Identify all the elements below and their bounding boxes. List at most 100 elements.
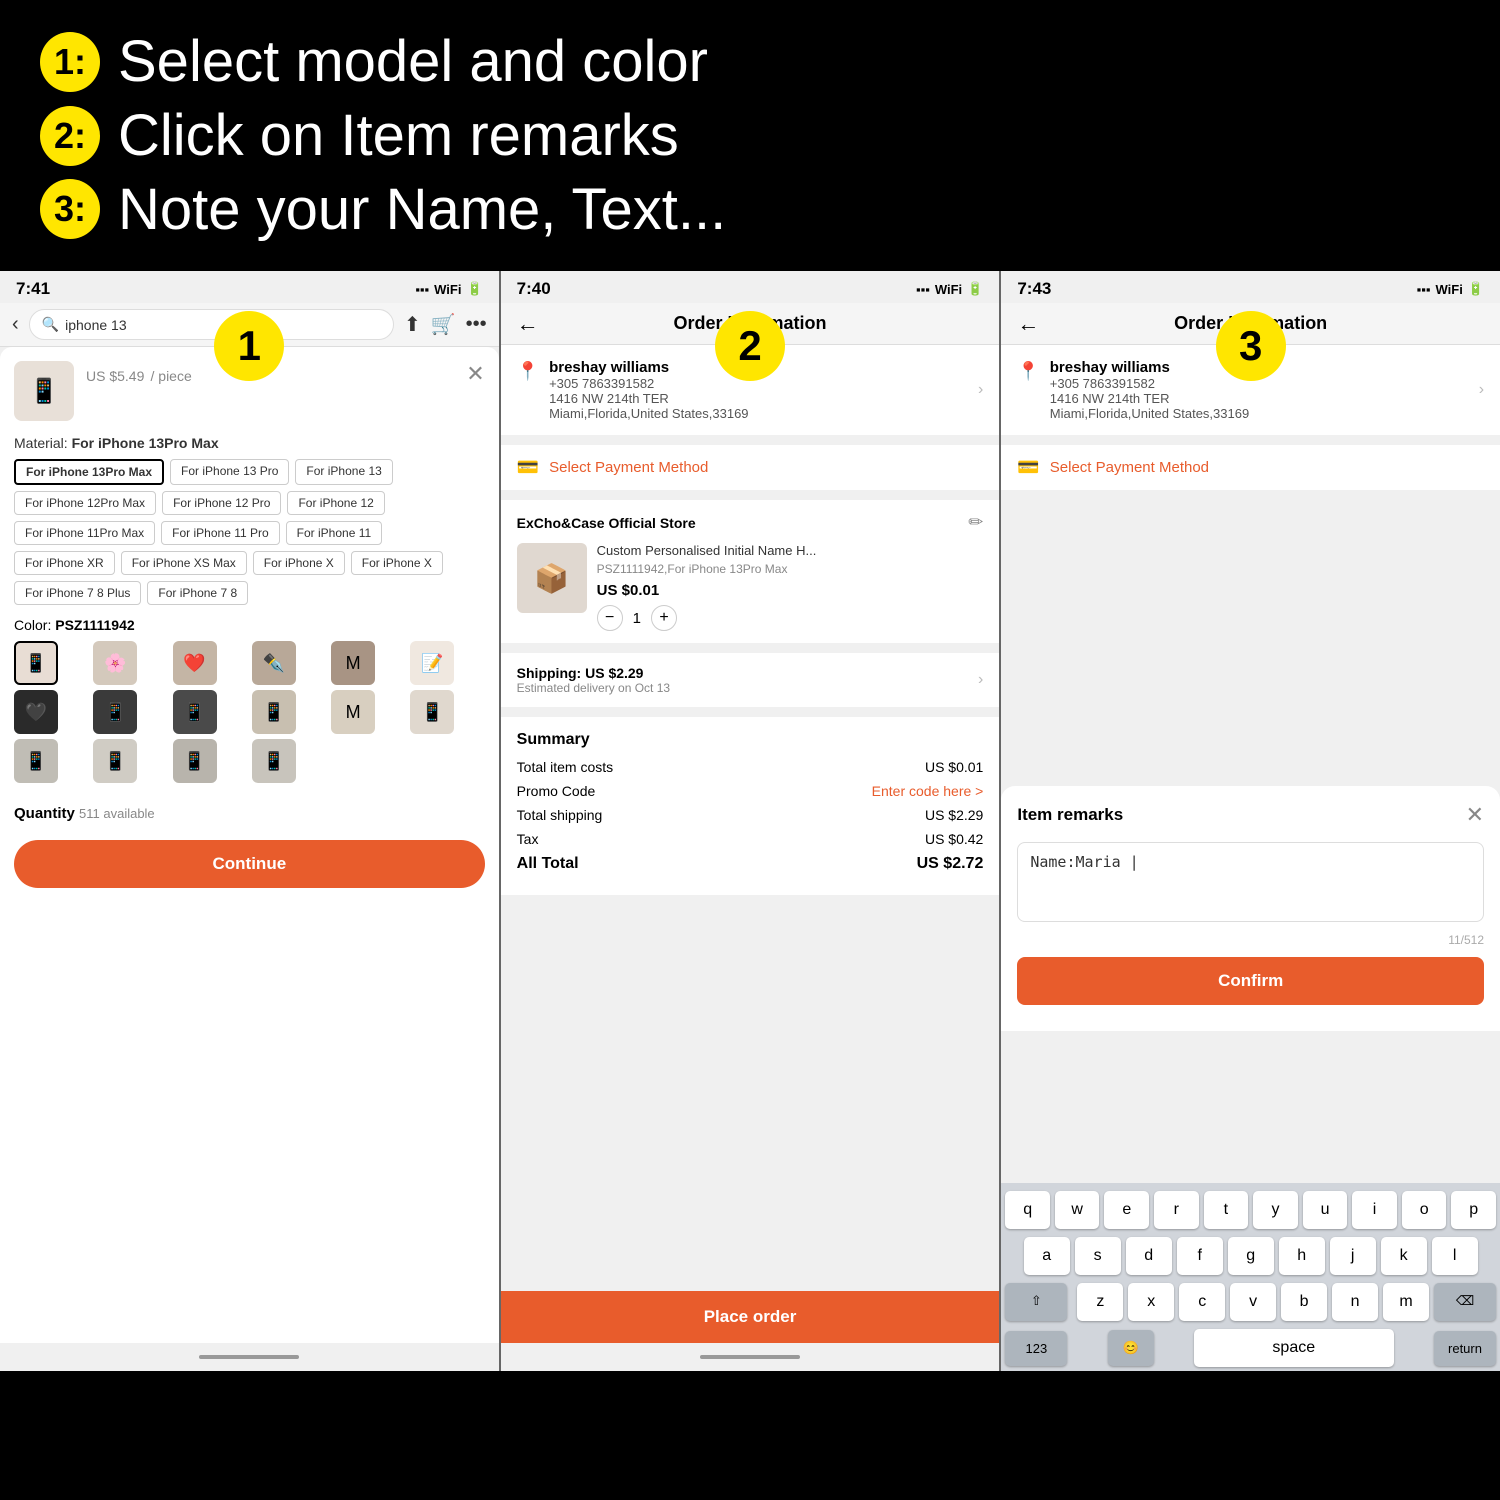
back-button-3[interactable]: ← [1017,311,1039,337]
return-key[interactable]: return [1434,1331,1496,1366]
color-swatch[interactable]: 📱 [93,690,137,734]
payment-section-3[interactable]: 💳 Select Payment Method [1001,445,1500,490]
space-key[interactable]: space [1194,1329,1394,1367]
shift-key[interactable]: ⇧ [1005,1283,1067,1321]
model-tag[interactable]: For iPhone 7 8 [147,581,248,605]
model-tag[interactable]: For iPhone 12Pro Max [14,491,156,515]
color-swatch[interactable]: 📝 [410,641,454,685]
model-tag[interactable]: For iPhone 13 [295,459,392,485]
home-bar-1 [199,1355,299,1359]
key-m[interactable]: m [1383,1283,1429,1321]
color-swatch[interactable]: 🌸 [93,641,137,685]
continue-button[interactable]: Continue [14,840,485,888]
color-swatch[interactable]: 📱 [93,739,137,783]
model-tag[interactable]: For iPhone X [253,551,345,575]
model-tag[interactable]: For iPhone X [351,551,443,575]
model-tag[interactable]: For iPhone 12 [287,491,384,515]
summary-promo[interactable]: Promo Code Enter code here > [517,783,984,799]
qty-value-2: 1 [633,610,641,627]
char-count: 11/512 [1017,933,1484,947]
back-button-2[interactable]: ← [517,311,539,337]
key-j[interactable]: j [1330,1237,1376,1275]
summary-title-2: Summary [517,731,984,749]
model-tag[interactable]: For iPhone 12 Pro [162,491,281,515]
share-icon[interactable]: ⬆ [404,312,421,337]
status-time-1: 7:41 [16,279,50,299]
key-g[interactable]: g [1228,1237,1274,1275]
confirm-button[interactable]: Confirm [1017,957,1484,1005]
chevron-shipping: › [978,671,983,689]
model-tag[interactable]: For iPhone 13 Pro [170,459,289,485]
store-edit-icon[interactable]: ✏ [968,512,983,533]
key-h[interactable]: h [1279,1237,1325,1275]
color-swatch[interactable]: 📱 [252,739,296,783]
key-y[interactable]: y [1253,1191,1298,1229]
color-swatch[interactable]: 📱 [14,641,58,685]
model-tag[interactable]: For iPhone 11Pro Max [14,521,155,545]
key-l[interactable]: l [1432,1237,1478,1275]
model-tag[interactable]: For iPhone 11 Pro [161,521,280,545]
color-swatch[interactable]: M [331,690,375,734]
more-icon[interactable]: ••• [466,313,487,336]
battery-icon: 🔋 [466,281,482,297]
instruction-text-3: Note your Name, Text... [118,178,726,242]
color-swatch[interactable]: ✒️ [252,641,296,685]
search-bar[interactable]: 🔍 iphone 13 [29,309,394,340]
color-swatch[interactable]: 📱 [173,690,217,734]
place-order-button[interactable]: Place order [501,1291,1000,1343]
model-tag[interactable]: For iPhone 7 8 Plus [14,581,141,605]
key-t[interactable]: t [1204,1191,1249,1229]
key-c[interactable]: c [1179,1283,1225,1321]
key-k[interactable]: k [1381,1237,1427,1275]
home-indicator-1 [0,1343,499,1371]
model-tag[interactable]: For iPhone 13Pro Max [14,459,164,485]
instruction-text-1: Select model and color [118,30,708,94]
color-swatch[interactable]: 📱 [410,690,454,734]
cart-icon[interactable]: 🛒 [431,312,456,337]
color-swatch[interactable]: ❤️ [173,641,217,685]
key-u[interactable]: u [1303,1191,1348,1229]
keyboard: qwertyuiop asdfghjkl ⇧ zxcvbnm⌫ 123 😊 sp… [1001,1183,1500,1371]
color-swatch[interactable]: 📱 [252,690,296,734]
key-f[interactable]: f [1177,1237,1223,1275]
qty-minus-2[interactable]: − [597,605,623,631]
key-x[interactable]: x [1128,1283,1174,1321]
close-button[interactable]: ✕ [466,361,484,387]
color-swatch[interactable]: 📱 [173,739,217,783]
location-icon-3: 📍 [1017,361,1039,382]
key-n[interactable]: n [1332,1283,1378,1321]
payment-section-2[interactable]: 💳 Select Payment Method [501,445,1000,490]
instructions-area: 1: Select model and color 2: Click on It… [0,0,1500,271]
home-indicator-2 [501,1343,1000,1371]
key-a[interactable]: a [1024,1237,1070,1275]
color-swatch[interactable]: M [331,641,375,685]
back-icon[interactable]: ‹ [12,313,19,336]
key-d[interactable]: d [1126,1237,1172,1275]
key-r[interactable]: r [1154,1191,1199,1229]
key-b[interactable]: b [1281,1283,1327,1321]
delete-key[interactable]: ⌫ [1434,1283,1496,1321]
color-swatch[interactable]: 📱 [14,739,58,783]
key-v[interactable]: v [1230,1283,1276,1321]
key-e[interactable]: e [1104,1191,1149,1229]
key-w[interactable]: w [1055,1191,1100,1229]
qty-plus-2[interactable]: + [651,605,677,631]
key-i[interactable]: i [1352,1191,1397,1229]
model-tag[interactable]: For iPhone XR [14,551,115,575]
emoji-key[interactable]: 😊 [1108,1330,1154,1366]
key-s[interactable]: s [1075,1237,1121,1275]
payment-icon-2: 💳 [517,457,539,478]
shipping-label-2: Shipping: US $2.29 [517,665,670,681]
model-tag[interactable]: For iPhone 11 [286,521,383,545]
numbers-key[interactable]: 123 [1005,1331,1067,1366]
key-z[interactable]: z [1077,1283,1123,1321]
key-p[interactable]: p [1451,1191,1496,1229]
remarks-input[interactable]: Name:Maria | [1017,842,1484,922]
remarks-header: Item remarks ✕ [1017,802,1484,828]
model-tag[interactable]: For iPhone XS Max [121,551,247,575]
key-o[interactable]: o [1402,1191,1447,1229]
remarks-close-button[interactable]: ✕ [1466,802,1484,828]
color-swatch[interactable]: 🖤 [14,690,58,734]
key-q[interactable]: q [1005,1191,1050,1229]
wifi-icon-2: WiFi [935,282,962,297]
